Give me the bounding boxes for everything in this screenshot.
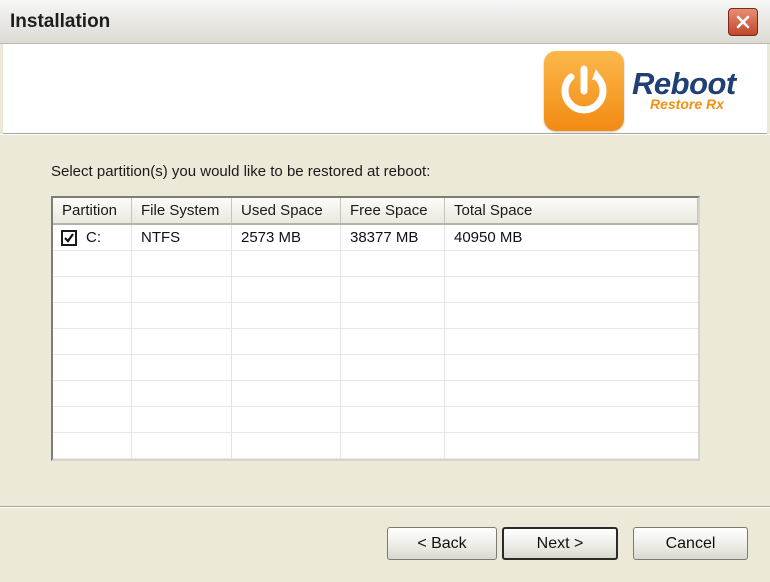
close-button[interactable]	[728, 8, 758, 36]
title-bar[interactable]: Installation	[0, 0, 770, 44]
back-button[interactable]: < Back	[387, 527, 497, 560]
empty-row	[53, 381, 698, 407]
banner-divider	[0, 134, 770, 135]
empty-row	[53, 277, 698, 303]
empty-row	[53, 303, 698, 329]
installation-window: Installation Reboot Restore Rx Select pa…	[0, 0, 770, 582]
partition-c-checkbox[interactable]	[61, 230, 77, 246]
empty-row	[53, 355, 698, 381]
brand-subtitle: Restore Rx	[650, 96, 724, 112]
cell-free-space: 38377 MB	[350, 229, 419, 246]
footer-divider-highlight	[0, 507, 770, 508]
table-row[interactable]: C: NTFS 2573 MB 38377 MB 40950 MB	[53, 225, 698, 251]
cell-total-space: 40950 MB	[454, 229, 523, 246]
column-header-partition[interactable]: Partition	[53, 198, 132, 223]
app-logo	[544, 51, 624, 131]
checkmark-icon	[64, 233, 74, 243]
cell-used-space: 2573 MB	[241, 229, 302, 246]
empty-row	[53, 407, 698, 433]
list-header: Partition File System Used Space Free Sp…	[53, 198, 698, 225]
instruction-text: Select partition(s) you would like to be…	[51, 163, 431, 180]
cell-partition: C:	[86, 229, 101, 246]
close-icon	[736, 15, 750, 29]
empty-row	[53, 251, 698, 277]
column-header-free-space[interactable]: Free Space	[341, 198, 445, 223]
power-refresh-icon	[561, 65, 607, 114]
partition-list[interactable]: Partition File System Used Space Free Sp…	[51, 196, 700, 461]
empty-row	[53, 433, 698, 459]
column-header-total-space[interactable]: Total Space	[445, 198, 698, 223]
cancel-button[interactable]: Cancel	[633, 527, 748, 560]
column-header-used-space[interactable]: Used Space	[232, 198, 341, 223]
column-header-file-system[interactable]: File System	[132, 198, 232, 223]
cell-file-system: NTFS	[141, 229, 181, 246]
window-title: Installation	[10, 11, 111, 32]
next-button[interactable]: Next >	[502, 527, 618, 560]
empty-row	[53, 329, 698, 355]
